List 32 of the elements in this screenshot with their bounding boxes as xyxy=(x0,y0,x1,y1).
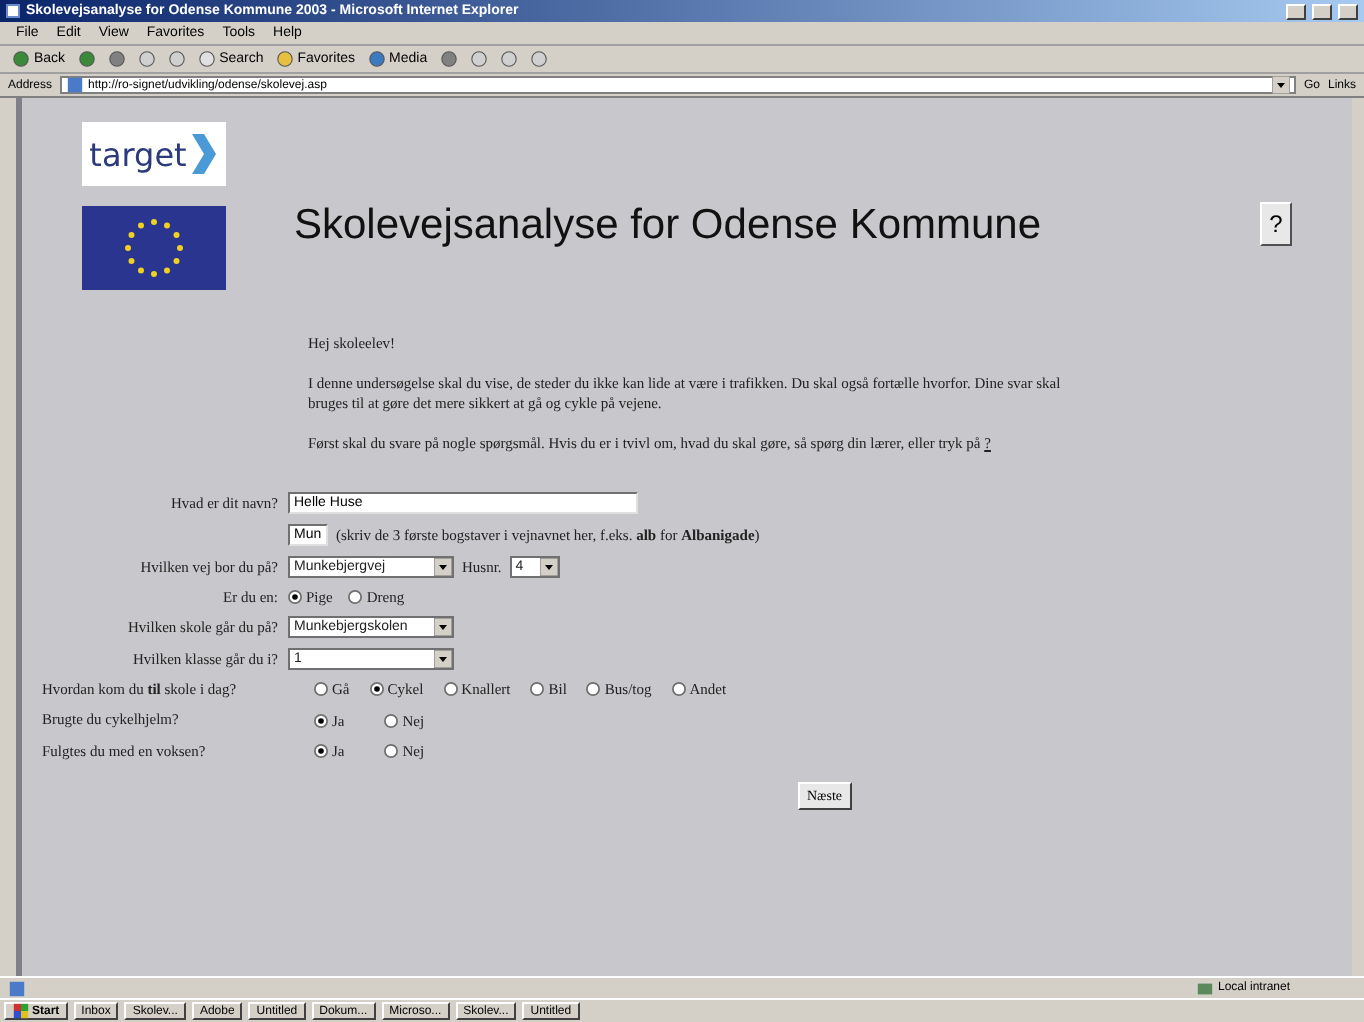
radio-button[interactable] xyxy=(314,681,328,696)
radio-button[interactable] xyxy=(314,713,328,728)
toolbar-icon[interactable] xyxy=(275,50,294,68)
radio-button[interactable] xyxy=(530,681,545,696)
dropdown-arrow-icon[interactable] xyxy=(434,649,452,667)
page-icon xyxy=(8,979,26,997)
radio-button[interactable] xyxy=(384,744,399,759)
close-button[interactable] xyxy=(1338,3,1358,19)
radio-button[interactable] xyxy=(671,681,686,696)
toolbar-icon[interactable] xyxy=(12,50,30,68)
maximize-button[interactable] xyxy=(1312,3,1332,19)
page-icon xyxy=(66,76,85,94)
dropdown-arrow-icon[interactable] xyxy=(434,617,452,635)
radio-button[interactable] xyxy=(586,681,601,696)
dropdown-arrow-icon[interactable] xyxy=(434,557,452,575)
logo: target xyxy=(82,122,226,186)
network-icon xyxy=(1196,979,1214,997)
flag-drawing xyxy=(82,206,226,290)
radio-button[interactable] xyxy=(384,713,399,728)
radio-button[interactable] xyxy=(443,681,458,696)
minimize-button[interactable] xyxy=(1286,3,1306,19)
radio-button[interactable] xyxy=(369,681,384,696)
toolbar-icon[interactable] xyxy=(367,50,386,68)
dropdown-arrow-icon[interactable] xyxy=(539,557,558,575)
help-button[interactable]: ? xyxy=(1260,202,1292,246)
windows-flag-icon xyxy=(12,1002,30,1020)
browser-icon xyxy=(6,4,20,18)
radio-button[interactable] xyxy=(348,589,363,603)
radio-button[interactable] xyxy=(314,744,328,759)
radio-button[interactable] xyxy=(288,589,302,603)
dropdown-arrow-icon[interactable] xyxy=(1271,76,1290,94)
page-title: Skolevejsanalyse for Odense Kommune xyxy=(294,202,1044,250)
